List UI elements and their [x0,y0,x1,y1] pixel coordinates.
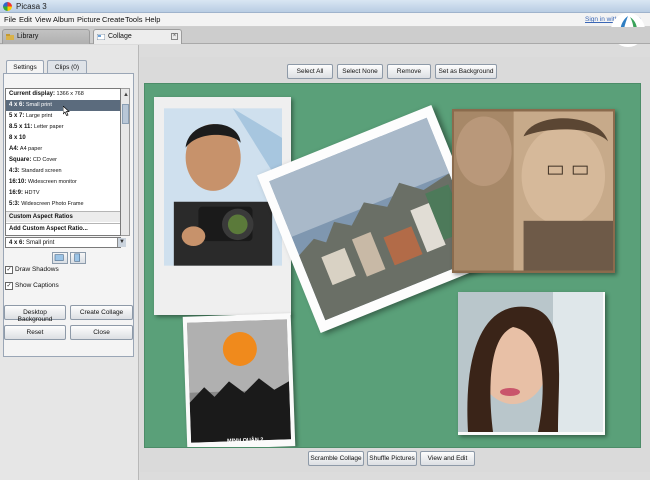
photo-cityscape-image [269,117,483,321]
dropdown-option[interactable]: 8 x 10 [6,133,120,144]
draw-shadows-checkbox[interactable]: ✓ [5,266,13,274]
dropdown-option[interactable]: A4: A4 paper [6,144,120,155]
dropdown-option[interactable]: 8.5 x 11: Letter paper [6,122,120,133]
select-all-button[interactable]: Select All [287,64,333,79]
collage-photo-sunset[interactable]: MINH QUẬN 2 [182,313,296,447]
page-size-select[interactable]: 4 x 6: Small print ▼ [5,237,126,248]
mouse-cursor-icon [63,106,70,116]
menu-bar: File Edit View Album Picture Create Tool… [0,13,650,27]
create-collage-button[interactable]: Create Collage [70,305,133,320]
subtab-settings[interactable]: Settings [6,60,44,73]
title-bar: Picasa 3 [0,0,650,13]
subtab-clips[interactable]: Clips (0) [47,60,87,73]
menu-album[interactable]: Album [53,15,74,24]
menu-picture[interactable]: Picture [77,15,100,24]
view-and-edit-button[interactable]: View and Edit [420,451,475,466]
scramble-collage-button[interactable]: Scramble Collage [308,451,364,466]
collage-photo-woman[interactable] [458,292,605,435]
shuffle-pictures-button[interactable]: Shuffle Pictures [367,451,417,466]
collage-photo-sepia-portrait[interactable] [452,109,615,273]
menu-tools[interactable]: Tools [125,15,143,24]
scroll-up-arrow-icon[interactable]: ▲ [123,92,129,98]
dropdown-option[interactable]: 16:9: HDTV [6,188,120,199]
portrait-icon [74,253,80,262]
tab-collage-label: Collage [108,33,132,40]
tab-collage[interactable]: Collage × [93,29,182,44]
photo-woman-image [458,292,603,432]
dropdown-option-add-custom[interactable]: Add Custom Aspect Ratio... [6,223,120,234]
close-button[interactable]: Close [70,325,133,340]
close-tab-icon[interactable]: × [171,33,178,40]
select-none-button[interactable]: Select None [337,64,383,79]
collage-icon [97,34,105,40]
dropdown-option[interactable]: Current display: 1366 x 768 [6,89,120,100]
photo-caption: MINH QUẬN 2 [226,437,264,445]
desktop-background-button[interactable]: Desktop Background [4,305,66,323]
dropdown-option[interactable]: 16:10: Widescreen monitor [6,177,120,188]
dropdown-group-header: Custom Aspect Ratios [6,211,120,222]
dropdown-option[interactable]: 5:3: Widescreen Photo Frame [6,199,120,210]
menu-create[interactable]: Create [102,15,125,24]
menu-file[interactable]: File [4,15,16,24]
folder-icon [6,34,14,40]
tab-library[interactable]: Library [2,29,90,44]
reset-button[interactable]: Reset [4,325,66,340]
landscape-orientation-button[interactable] [52,252,68,264]
picasa-logo-icon [3,2,12,11]
show-captions-label: Show Captions [15,282,59,289]
collage-canvas[interactable]: MINH QUẬN 2 [144,83,641,448]
remove-button[interactable]: Remove [387,64,431,79]
portrait-orientation-button[interactable] [70,252,86,264]
set-as-background-button[interactable]: Set as Background [435,64,497,79]
dropdown-option[interactable]: 4:3: Standard screen [6,166,120,177]
menu-view[interactable]: View [35,15,51,24]
landscape-icon [54,254,64,261]
draw-shadows-label: Draw Shadows [15,266,59,273]
photo-sunset-image [186,319,292,443]
show-captions-checkbox[interactable]: ✓ [5,282,13,290]
photo-sepia-portrait-image [454,111,613,271]
dropdown-scroll-thumb[interactable] [122,104,129,124]
tab-strip: Library Collage × [0,27,650,44]
tab-library-label: Library [17,33,39,40]
dropdown-option[interactable]: Square: CD Cover [6,155,120,166]
window-title: Picasa 3 [16,2,47,11]
menu-edit[interactable]: Edit [19,15,32,24]
chevron-down-icon[interactable]: ▼ [117,238,126,247]
menu-help[interactable]: Help [145,15,160,24]
